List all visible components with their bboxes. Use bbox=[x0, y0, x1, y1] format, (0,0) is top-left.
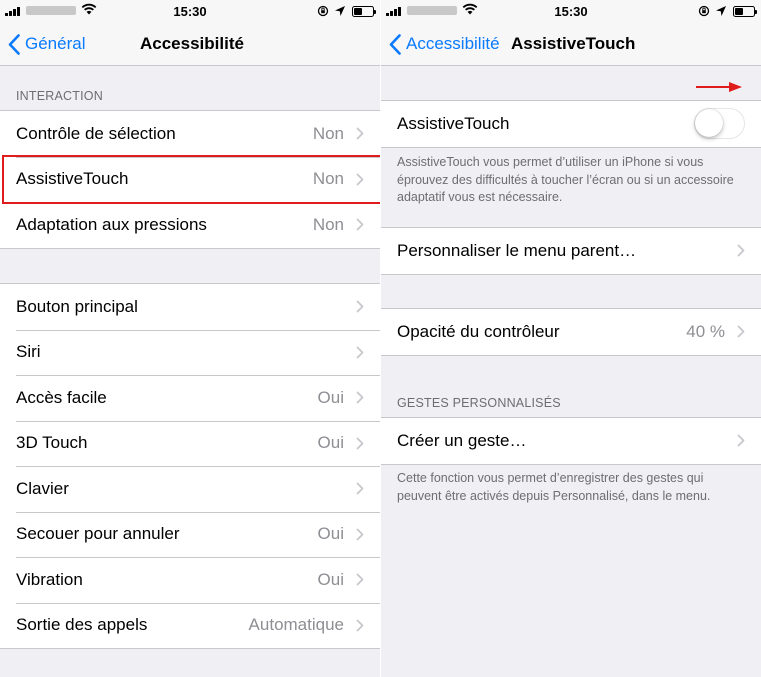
accessibility-screen: 15:30 Général Accessibilité INTERACTION … bbox=[0, 0, 380, 677]
back-label: Général bbox=[25, 34, 86, 53]
chevron-right-icon bbox=[737, 434, 745, 447]
location-arrow-icon bbox=[335, 6, 345, 16]
row-value: Oui bbox=[317, 524, 344, 544]
highlight-box bbox=[2, 155, 380, 204]
row-3d-touch[interactable]: 3D Touch Oui bbox=[0, 420, 380, 467]
row-home-button[interactable]: Bouton principal bbox=[0, 284, 380, 330]
row-label: Contrôle de sélection bbox=[16, 123, 176, 143]
assistivetouch-description: AssistiveTouch vous permet d’utiliser un… bbox=[397, 155, 734, 204]
assistivetouch-toggle-group: AssistiveTouch bbox=[381, 100, 761, 148]
row-label: 3D Touch bbox=[16, 433, 88, 453]
row-label: Siri bbox=[16, 342, 41, 362]
section-header-custom-gestures: GESTES PERSONNALISÉS bbox=[397, 396, 561, 410]
row-label: Personnaliser le menu parent… bbox=[397, 240, 637, 260]
chevron-right-icon bbox=[737, 244, 745, 257]
navigation-bar: Général Accessibilité bbox=[0, 22, 380, 66]
navigation-bar: Accessibilité AssistiveTouch bbox=[381, 22, 761, 66]
row-label: AssistiveTouch bbox=[397, 113, 510, 133]
row-label: Clavier bbox=[16, 478, 69, 498]
battery-icon bbox=[733, 5, 757, 17]
chevron-right-icon bbox=[356, 127, 364, 140]
status-bar: 15:30 bbox=[381, 0, 761, 22]
row-value: Non bbox=[312, 214, 344, 234]
row-label: Vibration bbox=[16, 569, 83, 589]
back-button[interactable]: Accessibilité bbox=[389, 22, 500, 66]
row-label: Adaptation aux pressions bbox=[16, 214, 207, 234]
page-title: Accessibilité bbox=[140, 34, 244, 53]
chevron-left-icon bbox=[389, 33, 401, 55]
chevron-right-icon bbox=[356, 346, 364, 359]
row-value: Automatique bbox=[248, 615, 344, 635]
row-label: Créer un geste… bbox=[397, 430, 527, 450]
page-title: AssistiveTouch bbox=[511, 34, 636, 53]
row-value: Non bbox=[312, 123, 344, 143]
switch-knob bbox=[695, 109, 723, 137]
row-value: Oui bbox=[317, 569, 344, 589]
assistivetouch-screen: 15:30 Accessibilité AssistiveTouch Assis… bbox=[381, 0, 761, 677]
general-group: Bouton principal Siri Accès facile Oui 3… bbox=[0, 283, 380, 649]
row-idle-opacity[interactable]: Opacité du contrôleur 40 % bbox=[381, 309, 761, 355]
chevron-right-icon bbox=[356, 300, 364, 313]
chevron-right-icon bbox=[737, 325, 745, 338]
row-touch-accommodations[interactable]: Adaptation aux pressions Non bbox=[0, 202, 380, 248]
row-shake-to-undo[interactable]: Secouer pour annuler Oui bbox=[0, 511, 380, 558]
status-bar: 15:30 bbox=[0, 0, 380, 22]
back-label: Accessibilité bbox=[406, 34, 500, 53]
row-switch-control[interactable]: Contrôle de sélection Non bbox=[0, 111, 380, 157]
row-label: Secouer pour annuler bbox=[16, 524, 180, 544]
section-header-interaction: INTERACTION bbox=[16, 89, 103, 103]
chevron-right-icon bbox=[356, 528, 364, 541]
chevron-right-icon bbox=[356, 573, 364, 586]
row-assistivetouch-toggle: AssistiveTouch bbox=[381, 101, 761, 147]
chevron-right-icon bbox=[356, 218, 364, 231]
custom-gestures-group: Créer un geste… bbox=[381, 417, 761, 465]
row-value: Oui bbox=[317, 387, 344, 407]
row-label: Opacité du contrôleur bbox=[397, 321, 560, 341]
row-vibration[interactable]: Vibration Oui bbox=[0, 557, 380, 603]
custom-gestures-footer: Cette fonction vous permet d’enregistrer… bbox=[397, 471, 711, 503]
row-siri[interactable]: Siri bbox=[0, 329, 380, 376]
row-value: Oui bbox=[317, 433, 344, 453]
row-label: Accès facile bbox=[16, 387, 107, 407]
customize-group: Personnaliser le menu parent… bbox=[381, 227, 761, 275]
row-label: Sortie des appels bbox=[16, 615, 148, 635]
row-customize-top-level-menu[interactable]: Personnaliser le menu parent… bbox=[381, 228, 761, 274]
red-arrow-icon bbox=[696, 82, 742, 92]
back-button[interactable]: Général bbox=[8, 22, 85, 66]
row-keyboard[interactable]: Clavier bbox=[0, 466, 380, 512]
opacity-group: Opacité du contrôleur 40 % bbox=[381, 308, 761, 356]
row-value: 40 % bbox=[686, 321, 725, 341]
chevron-right-icon bbox=[356, 437, 364, 450]
chevron-right-icon bbox=[356, 619, 364, 632]
chevron-left-icon bbox=[8, 33, 20, 55]
battery-icon bbox=[352, 5, 376, 17]
row-create-gesture[interactable]: Créer un geste… bbox=[381, 418, 761, 464]
row-call-audio-routing[interactable]: Sortie des appels Automatique bbox=[0, 602, 380, 649]
assistivetouch-switch[interactable] bbox=[694, 108, 745, 139]
chevron-right-icon bbox=[356, 482, 364, 495]
chevron-right-icon bbox=[356, 391, 364, 404]
location-arrow-icon bbox=[716, 6, 726, 16]
row-reachability[interactable]: Accès facile Oui bbox=[0, 375, 380, 421]
row-label: Bouton principal bbox=[16, 296, 138, 316]
rotation-lock-icon bbox=[698, 5, 710, 17]
rotation-lock-icon bbox=[317, 5, 329, 17]
